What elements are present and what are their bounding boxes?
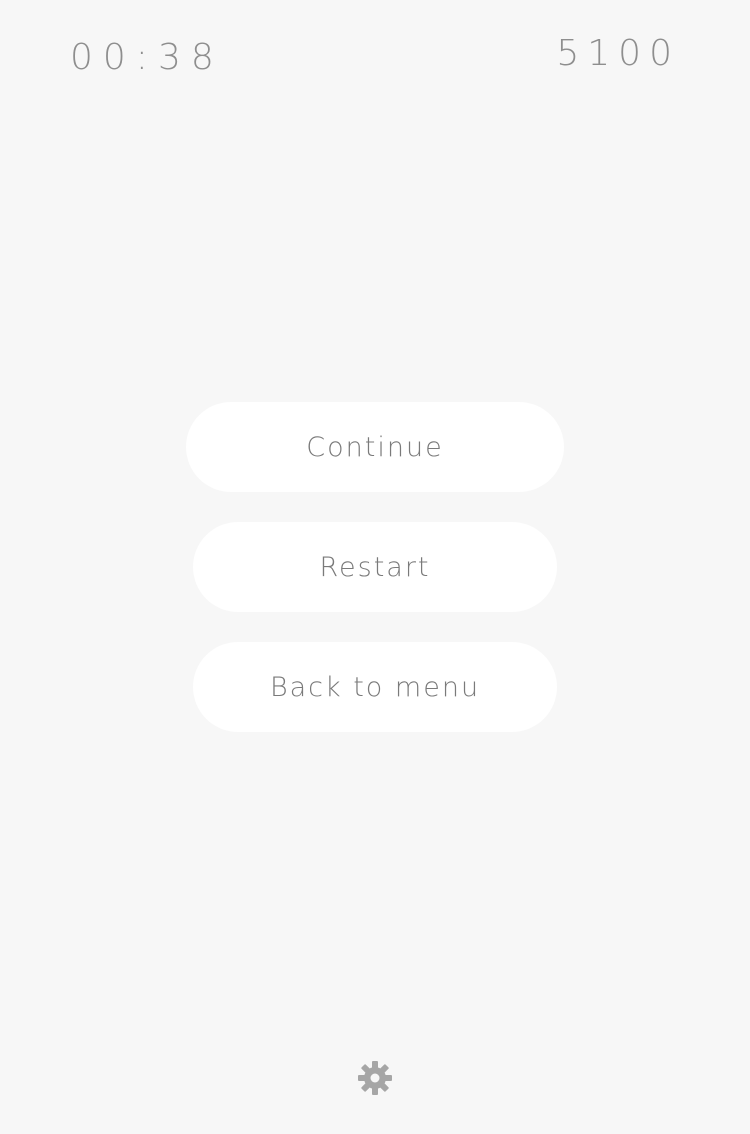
settings-button[interactable]	[357, 1060, 393, 1096]
continue-button[interactable]: Continue	[186, 402, 564, 492]
restart-button[interactable]: Restart	[193, 522, 557, 612]
timer-display: 00:38	[70, 37, 224, 78]
back-to-menu-button[interactable]: Back to menu	[193, 642, 557, 732]
score-display: 5100	[556, 33, 680, 74]
gear-icon	[358, 1061, 392, 1095]
